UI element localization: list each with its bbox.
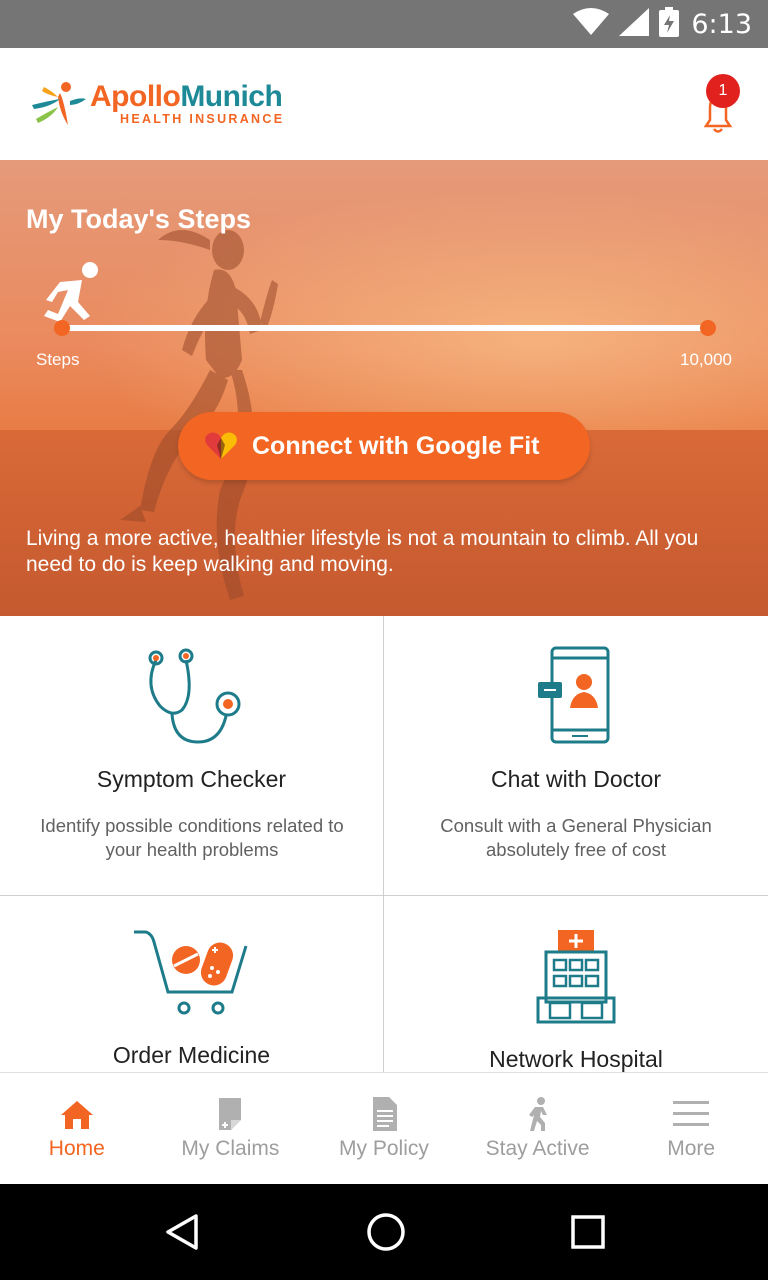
- battery-charging-icon: [659, 6, 680, 42]
- home-circle-icon[interactable]: [366, 1212, 406, 1252]
- brand-logo[interactable]: ApolloMunich HEALTH INSURANCE: [30, 79, 284, 129]
- notification-badge: 1: [706, 74, 740, 108]
- card-order-medicine[interactable]: Order Medicine: [0, 896, 384, 1072]
- nav-label: More: [667, 1137, 716, 1160]
- status-icons: [573, 6, 680, 42]
- home-icon: [60, 1101, 93, 1129]
- policy-document-icon: [372, 1097, 397, 1131]
- hospital-icon: [536, 930, 616, 1024]
- status-time: 6:13: [691, 8, 752, 40]
- status-bar: 6:13: [0, 0, 768, 48]
- mobile-doctor-icon: [538, 646, 610, 744]
- back-icon[interactable]: [162, 1212, 202, 1252]
- bottom-navigation: Home My Claims My Policy Stay Active Mor…: [0, 1072, 768, 1184]
- walking-person-icon: [44, 262, 98, 322]
- cell-signal-icon: [619, 7, 650, 41]
- brand-subtitle: HEALTH INSURANCE: [120, 112, 285, 126]
- feature-cards-grid: Symptom Checker Identify possible condit…: [0, 616, 768, 1072]
- card-description: Identify possible conditions related to …: [40, 815, 344, 860]
- connect-google-fit-label: Connect with Google Fit: [252, 431, 540, 460]
- brand-name-part2: Munich: [180, 80, 283, 113]
- nav-more[interactable]: More: [614, 1073, 768, 1184]
- steps-progress-start-dot: [54, 320, 70, 336]
- recents-icon[interactable]: [570, 1214, 606, 1250]
- medicine-cart-icon: [133, 930, 247, 1015]
- card-title: Order Medicine: [112, 1042, 271, 1068]
- menu-icon: [673, 1101, 710, 1126]
- nav-stay-active[interactable]: Stay Active: [461, 1073, 615, 1184]
- steps-goal: 10,000: [680, 350, 732, 369]
- card-title: Chat with Doctor: [490, 766, 661, 792]
- google-fit-heart-icon: [205, 432, 237, 459]
- nav-my-claims[interactable]: My Claims: [154, 1073, 308, 1184]
- steps-progress-end-dot: [700, 320, 716, 336]
- nav-label: My Policy: [339, 1137, 429, 1160]
- notifications-button[interactable]: 1: [688, 74, 748, 134]
- steps-title: My Today's Steps: [26, 204, 251, 234]
- claims-icon: [219, 1098, 242, 1130]
- nav-label: My Claims: [181, 1137, 280, 1160]
- walking-icon: [528, 1097, 547, 1131]
- app-header: ApolloMunich HEALTH INSURANCE 1: [0, 48, 768, 160]
- card-title: Network Hospital: [489, 1046, 663, 1072]
- brand-name-part1: Apollo: [90, 80, 181, 113]
- nav-my-policy[interactable]: My Policy: [307, 1073, 461, 1184]
- logo-mark-icon: [32, 82, 86, 125]
- card-chat-with-doctor[interactable]: Chat with Doctor Consult with a General …: [384, 616, 768, 896]
- steps-hero-banner: My Today's Steps Steps 10,000 Connect wi…: [0, 160, 768, 616]
- brand-name: ApolloMunich: [90, 82, 284, 112]
- system-navigation-bar: [0, 1184, 768, 1280]
- wifi-icon: [573, 7, 610, 41]
- nav-label: Home: [48, 1137, 105, 1160]
- card-symptom-checker[interactable]: Symptom Checker Identify possible condit…: [0, 616, 384, 896]
- hero-description: Living a more active, healthier lifestyl…: [26, 527, 699, 576]
- card-title: Symptom Checker: [96, 766, 287, 792]
- connect-google-fit-button[interactable]: Connect with Google Fit: [178, 412, 590, 480]
- nav-label: Stay Active: [485, 1137, 590, 1160]
- stethoscope-icon: [148, 648, 240, 744]
- nav-home[interactable]: Home: [0, 1073, 154, 1184]
- card-description: Consult with a General Physician absolut…: [440, 815, 712, 860]
- steps-progress-bar: [54, 320, 716, 336]
- steps-label: Steps: [36, 350, 80, 369]
- card-network-hospital[interactable]: Network Hospital: [384, 896, 768, 1072]
